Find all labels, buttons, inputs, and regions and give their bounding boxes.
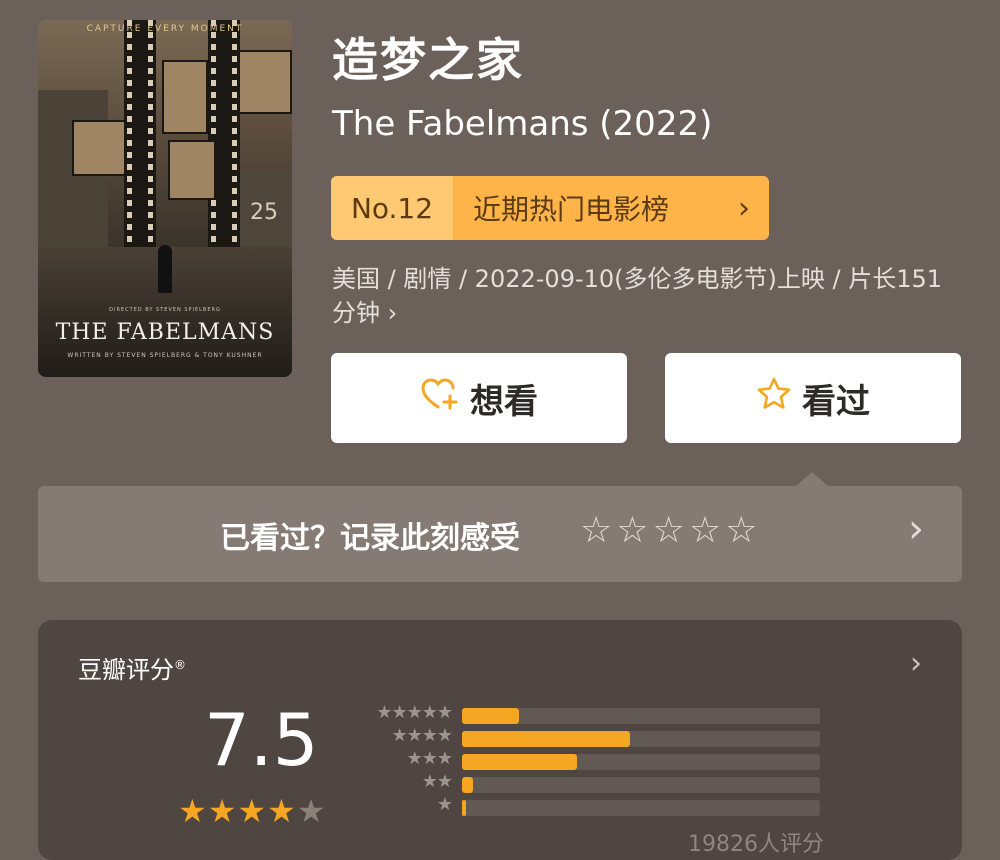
record-prompt: 已看过？记录此刻感受 [220, 521, 520, 556]
rating-distribution-row: ★ [360, 794, 820, 816]
star-level-label: ★★★★★ [376, 702, 453, 723]
rating-bar-track [462, 777, 820, 793]
rating-bar-fill [462, 708, 519, 724]
heart-plus-icon [420, 376, 460, 420]
want-to-watch-label: 想看 [470, 381, 538, 422]
douban-rating-card[interactable]: 豆瓣评分® › 7.5 ★★★★★ ★★★★★ ★★★★ ★★★ ★★ ★ 19826人… [38, 620, 962, 860]
rank-number: No.12 [331, 176, 453, 240]
rating-count: 19826人评分 [688, 832, 824, 857]
rating-bar-fill [462, 800, 466, 816]
rating-header: 豆瓣评分® [78, 656, 186, 684]
poster-director-credit: DIRECTED BY STEVEN SPIELBERG [109, 307, 221, 313]
rank-badge[interactable]: No.12 近期热门电影榜 › [331, 176, 769, 240]
star-level-label: ★★ [421, 771, 453, 792]
chevron-right-icon: › [738, 190, 750, 226]
star-level-label: ★ [436, 794, 453, 815]
rating-bar-fill [462, 754, 577, 770]
rank-list-label: 近期热门电影榜 [473, 193, 670, 226]
rating-bar-fill [462, 731, 630, 747]
rating-distribution-row: ★★★ [360, 748, 820, 770]
poster-frame [238, 50, 292, 114]
rating-distribution-row: ★★★★★ [360, 702, 820, 724]
rating-distribution-row: ★★ [360, 771, 820, 793]
rate-stars-input[interactable]: ☆☆☆☆☆ [580, 510, 761, 551]
chevron-right-icon[interactable]: › [910, 646, 922, 681]
poster-figure [158, 245, 172, 293]
movie-title-chinese: 造梦之家 [332, 33, 524, 87]
registered-mark: ® [174, 658, 186, 672]
rating-score: 7.5 [204, 698, 319, 782]
rating-bar-track [462, 754, 820, 770]
rating-distribution-row: ★★★★ [360, 725, 820, 747]
rating-bar-track [462, 800, 820, 816]
poster-frame [162, 60, 208, 134]
watched-label: 看过 [802, 381, 870, 422]
rating-bar-fill [462, 777, 473, 793]
rating-bar-track [462, 731, 820, 747]
movie-title-english: The Fabelmans (2022) [332, 104, 713, 144]
poster-tagline: CAPTURE EVERY MOMENT [86, 24, 244, 34]
poster-writer-credit: WRITTEN BY STEVEN SPIELBERG & TONY KUSHN… [67, 352, 263, 359]
rating-bar-track [462, 708, 820, 724]
chevron-right-icon: › [908, 506, 924, 552]
poster-frame [168, 140, 216, 200]
star-level-label: ★★★ [406, 748, 453, 769]
watched-button[interactable]: 看过 [665, 353, 961, 443]
rating-stars: ★★★★★ [178, 792, 327, 830]
record-rating-bar[interactable]: 已看过？记录此刻感受 ☆☆☆☆☆ › [38, 472, 962, 582]
want-to-watch-button[interactable]: 想看 [331, 353, 627, 443]
star-level-label: ★★★★ [391, 725, 453, 746]
poster-film-strip [124, 20, 156, 270]
star-outline-icon [756, 376, 792, 420]
poster-frame [72, 120, 126, 176]
poster-title: THE FABELMANS [55, 320, 275, 345]
movie-meta-info[interactable]: 美国 / 剧情 / 2022-09-10(多伦多电影节)上映 / 片长151分钟… [332, 262, 962, 330]
poster-stage-number: 25 [250, 200, 278, 225]
movie-poster[interactable]: 25 CAPTURE EVERY MOMENT DIRECTED BY STEV… [38, 20, 292, 377]
